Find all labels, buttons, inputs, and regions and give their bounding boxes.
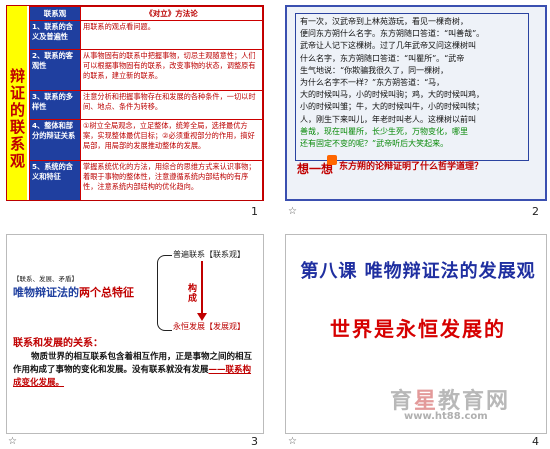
feature-brace-diagram: 普遍联系【联系观】 构成 永恒发展【发展观】 — [157, 249, 249, 339]
question-mark-icon — [327, 155, 337, 165]
slide-number-2: 2 — [532, 205, 539, 218]
arrow-label: 构成 — [186, 283, 196, 303]
slide-number-4: 4 — [532, 435, 539, 448]
upper-feature: 普遍联系【联系观】 — [173, 250, 245, 259]
table-cell-label: 3、联系的多样性 — [29, 89, 81, 120]
table-header-cell: 联系观 — [29, 6, 81, 21]
slide-number-3: 3 — [251, 435, 258, 448]
story-line: 人，刚生下来叫儿，年老时叫老人。这棵树以前叫 — [300, 114, 476, 124]
story-line: 便问东方朔什么名字。东方朔随口答道：“叫善哉”。 — [300, 29, 485, 39]
slide-star-icon: ☆ — [8, 436, 17, 447]
story-text-box: 有一次，汉武帝到上林苑游玩，看见一棵奇树， 便问东方朔什么名字。东方朔随口答道：… — [295, 13, 529, 161]
table-cell-label: 2、联系的客观性 — [29, 48, 81, 91]
arrow-head-icon — [197, 313, 207, 321]
lower-feature: 永恒发展【发展观】 — [173, 322, 245, 331]
table-row: 5、系统的含义和特征 掌握系统优化的方法，用综合的思维方式来认识事物；着眼于事物… — [29, 159, 263, 200]
slide3-tag: 【联系、发展、矛盾】 — [13, 275, 78, 283]
slide-thumbnail-4[interactable]: 第八课 唯物辩证法的发展观 世界是永恒发展的 育星教育网 www.ht88.co… — [285, 234, 547, 434]
title-suffix: 两个总特征 — [79, 286, 134, 299]
table-header-row: 联系观 《对立》方法论 — [29, 6, 263, 21]
story-line: 为什么名字不一样？”东方朔答道：“马， — [300, 78, 445, 88]
table-cell-label: 4、整体和部分的辩证关系 — [29, 118, 81, 161]
table-row: 2、联系的客观性 从事物固有的联系中把握事物，切忌主观随意性；人们可以根据事物固… — [29, 48, 263, 91]
table-cell-content: ①树立全局观念，立足整体，统筹全局，选择最优方案，实现整体最优目标；②必须重视部… — [80, 118, 263, 161]
table-header-cell: 《对立》方法论 — [80, 6, 263, 21]
table-cell-content: 从事物固有的联系中把握事物，切忌主观随意性；人们可以根据事物固有的联系，改变事物… — [80, 48, 263, 91]
brace-icon — [157, 255, 172, 331]
table-cell-content: 注意分析和把握事物存在和发展的各种条件，一切以时间、地点、条件为转移。 — [80, 89, 263, 120]
title-prefix: 唯物辩证法的 — [13, 286, 79, 299]
table-cell-label: 5、系统的含义和特征 — [29, 159, 81, 200]
slide-thumbnail-1[interactable]: 辩证的联系观 联系观 《对立》方法论 1、联系的含义及普遍性 用联系的观点看问题… — [6, 5, 264, 201]
question-text: 东方朔的论辩证明了什么哲学道理？ — [339, 162, 484, 172]
story-line: 还有固定不变的呢？”武帝听后大笑起来。 — [300, 139, 449, 149]
lesson-subtitle: 世界是永恒发展的 — [330, 317, 506, 341]
story-line: 大的时候叫马，小的时候叫驹；鸡，大的时候叫鸡， — [300, 90, 484, 100]
slide-star-icon: ☆ — [288, 206, 297, 217]
watermark-url: www.ht88.com — [404, 411, 488, 422]
slide1-table: 联系观 《对立》方法论 1、联系的含义及普遍性 用联系的观点看问题。 2、联系的… — [29, 6, 263, 200]
slide1-sidebar-title: 辩证的联系观 — [7, 6, 27, 200]
slide3-main-title: 唯物辩证法的两个总特征 — [13, 284, 134, 300]
story-line: 善哉，现在叫瞿所，长少生死，万物变化，哪里 — [300, 126, 468, 136]
table-cell-label: 1、联系的含义及普遍性 — [29, 20, 81, 50]
story-line: 小的时候叫雏；牛，大的时候叫牛，小的时候叫犊； — [300, 102, 484, 112]
table-cell-content: 掌握系统优化的方法，用综合的思维方式来认识事物；着眼于事物的整体性，注意遵循系统… — [80, 159, 263, 200]
table-row: 3、联系的多样性 注意分析和把握事物存在和发展的各种条件，一切以时间、地点、条件… — [29, 89, 263, 120]
relation-title: 联系和发展的关系： — [13, 338, 103, 349]
slide-star-icon: ☆ — [288, 436, 297, 447]
story-line: 有一次，汉武帝到上林苑游玩，看见一棵奇树， — [300, 17, 468, 26]
slide-number-1: 1 — [251, 205, 258, 218]
table-row: 1、联系的含义及普遍性 用联系的观点看问题。 — [29, 20, 263, 50]
slide-thumbnail-2[interactable]: 有一次，汉武帝到上林苑游玩，看见一棵奇树， 便问东方朔什么名字。东方朔随口答道：… — [285, 5, 547, 201]
table-row: 4、整体和部分的辩证关系 ①树立全局观念，立足整体，统筹全局，选择最优方案，实现… — [29, 118, 263, 161]
lesson-title: 第八课 唯物辩证法的发展观 — [300, 261, 536, 282]
story-line: 什么名字，东方朔随口答道：“叫瞿所”。“武帝 — [300, 53, 465, 63]
table-cell-content: 用联系的观点看问题。 — [80, 20, 263, 50]
relation-paragraph: 物质世界的相互联系包含着相互作用，正是事物之间的相互作用构成了事物的变化和发展。… — [13, 351, 257, 390]
story-line: 生气地说：“你欺骗我很久了，同一棵树， — [300, 65, 449, 75]
slide-thumbnail-3[interactable]: 【联系、发展、矛盾】 唯物辩证法的两个总特征 普遍联系【联系观】 构成 永恒发展… — [6, 234, 264, 434]
story-line: 武帝让人记下这棵树。过了几年武帝又问这棵树叫 — [300, 41, 476, 51]
arrow-down-icon — [201, 261, 203, 317]
